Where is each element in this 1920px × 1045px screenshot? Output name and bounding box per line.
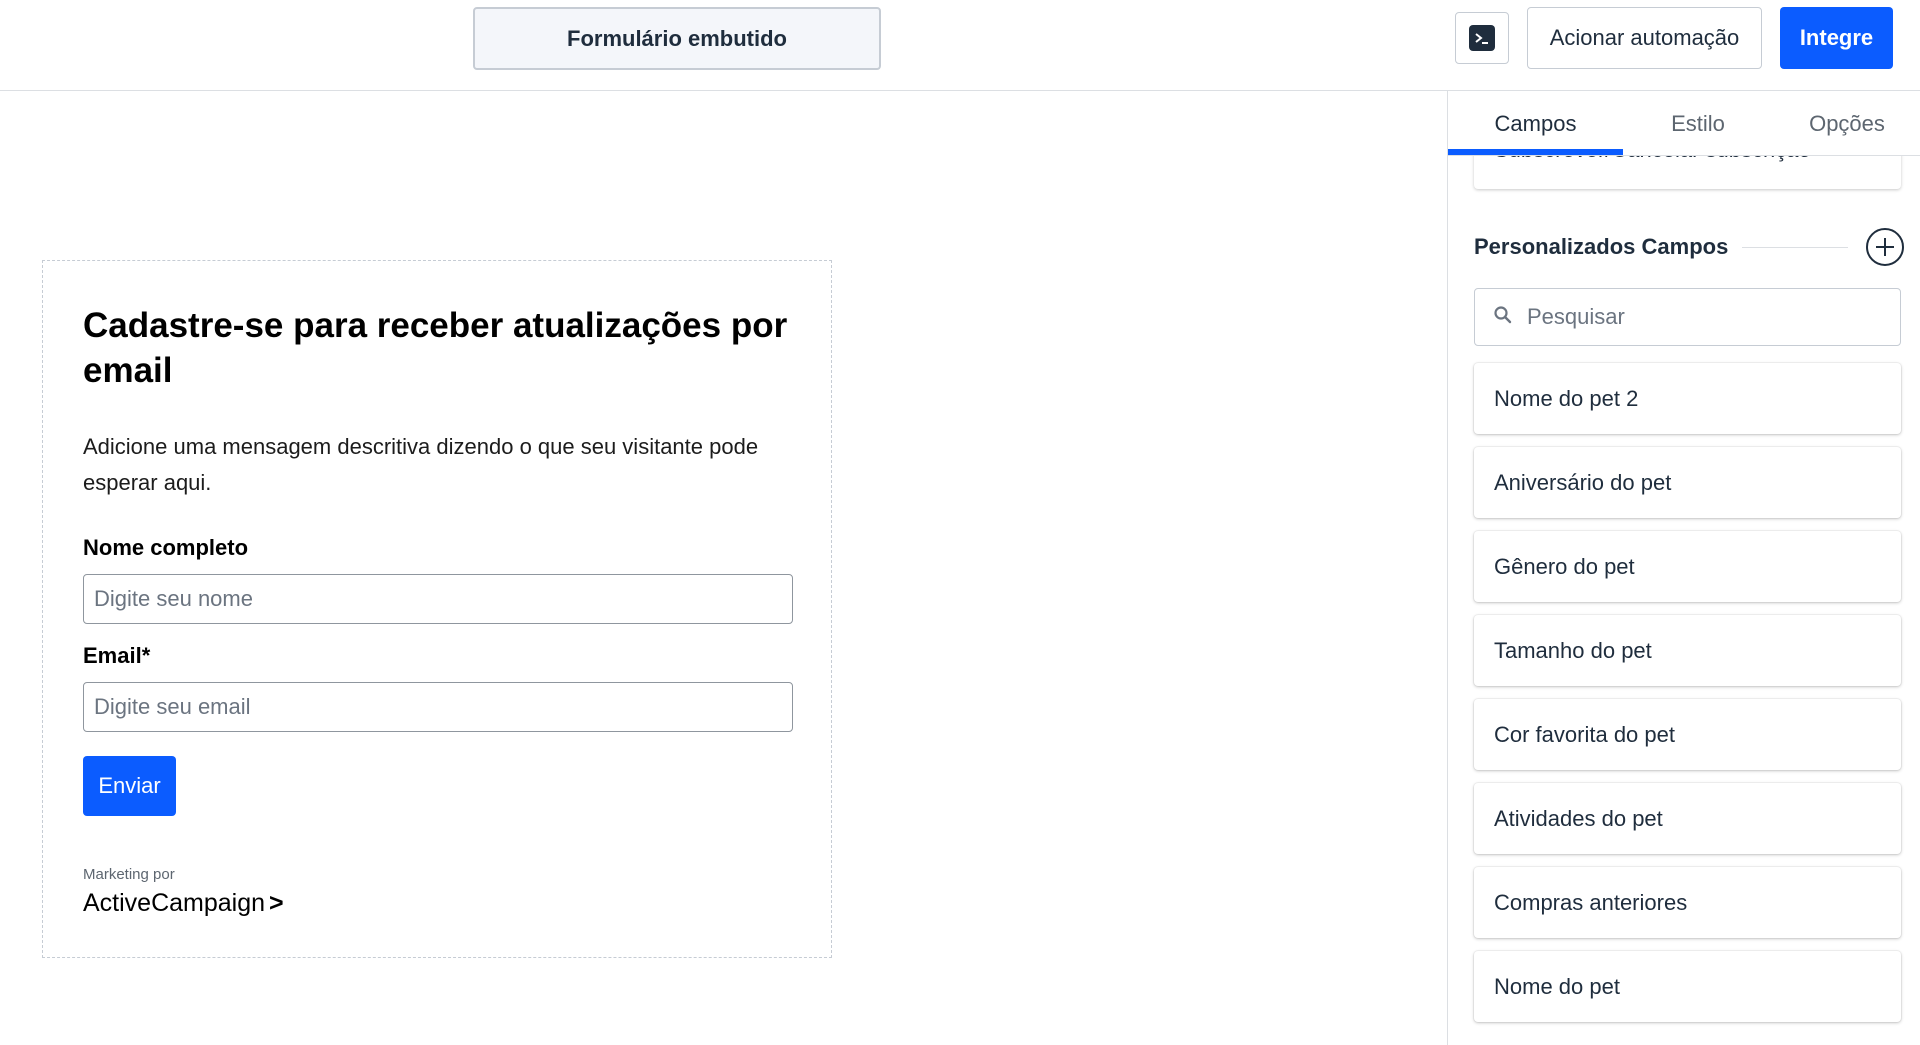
custom-field-item[interactable]: Aniversário do pet [1474, 447, 1901, 518]
form-type-selector[interactable]: Formulário embutido [473, 7, 881, 70]
full-name-input[interactable] [83, 574, 793, 624]
custom-fields-title: Personalizados Campos [1474, 234, 1729, 259]
activecampaign-logo[interactable]: ActiveCampaign > [83, 889, 284, 918]
tab-style[interactable]: Estilo [1623, 91, 1773, 156]
email-label: Email* [83, 643, 151, 668]
custom-field-item[interactable]: Gênero do pet [1474, 531, 1901, 602]
form-preview[interactable]: Cadastre-se para receber atualizações po… [42, 260, 832, 958]
form-title[interactable]: Cadastre-se para receber atualizações po… [83, 303, 803, 393]
full-name-label: Nome completo [83, 535, 249, 560]
submit-button[interactable]: Enviar [83, 756, 176, 816]
active-tab-indicator [1448, 149, 1623, 155]
panel-tabs: Campos Estilo Opções [1448, 91, 1920, 156]
terminal-icon [1469, 25, 1495, 51]
search-input[interactable] [1527, 304, 1887, 330]
custom-field-item[interactable]: Atividades do pet [1474, 783, 1901, 854]
form-type-label: Formulário embutido [567, 25, 787, 51]
divider [1742, 246, 1848, 248]
top-bar: Formulário embutido Acionar automação In… [0, 0, 1920, 91]
form-description[interactable]: Adicione uma mensagem descritiva dizendo… [83, 429, 803, 501]
field-search[interactable] [1474, 288, 1901, 346]
custom-fields-header: Personalizados Campos [1474, 227, 1904, 267]
chevron-right-icon: > [269, 889, 284, 917]
tab-options[interactable]: Opções [1773, 91, 1920, 156]
marketing-by-label: Marketing por [83, 866, 175, 883]
custom-field-item[interactable]: Compras anteriores [1474, 867, 1901, 938]
code-button[interactable] [1455, 12, 1509, 64]
email-input[interactable] [83, 682, 793, 732]
fields-panel: Campos Estilo Opções Subscrever/Cancelar… [1447, 91, 1920, 1045]
trigger-automation-button[interactable]: Acionar automação [1527, 7, 1762, 69]
tab-fields[interactable]: Campos [1448, 91, 1623, 156]
custom-field-item[interactable]: Cor favorita do pet [1474, 699, 1901, 770]
custom-field-item[interactable]: Nome do pet [1474, 951, 1901, 1022]
plus-circle-icon[interactable] [1866, 228, 1904, 266]
custom-field-item[interactable]: Tamanho do pet [1474, 615, 1901, 686]
search-icon [1493, 305, 1513, 330]
custom-field-list: Nome do pet 2 Aniversário do pet Gênero … [1474, 363, 1901, 1035]
brand-name: ActiveCampaign [83, 889, 266, 917]
custom-field-item[interactable]: Nome do pet 2 [1474, 363, 1901, 434]
integrate-button[interactable]: Integre [1780, 7, 1893, 69]
